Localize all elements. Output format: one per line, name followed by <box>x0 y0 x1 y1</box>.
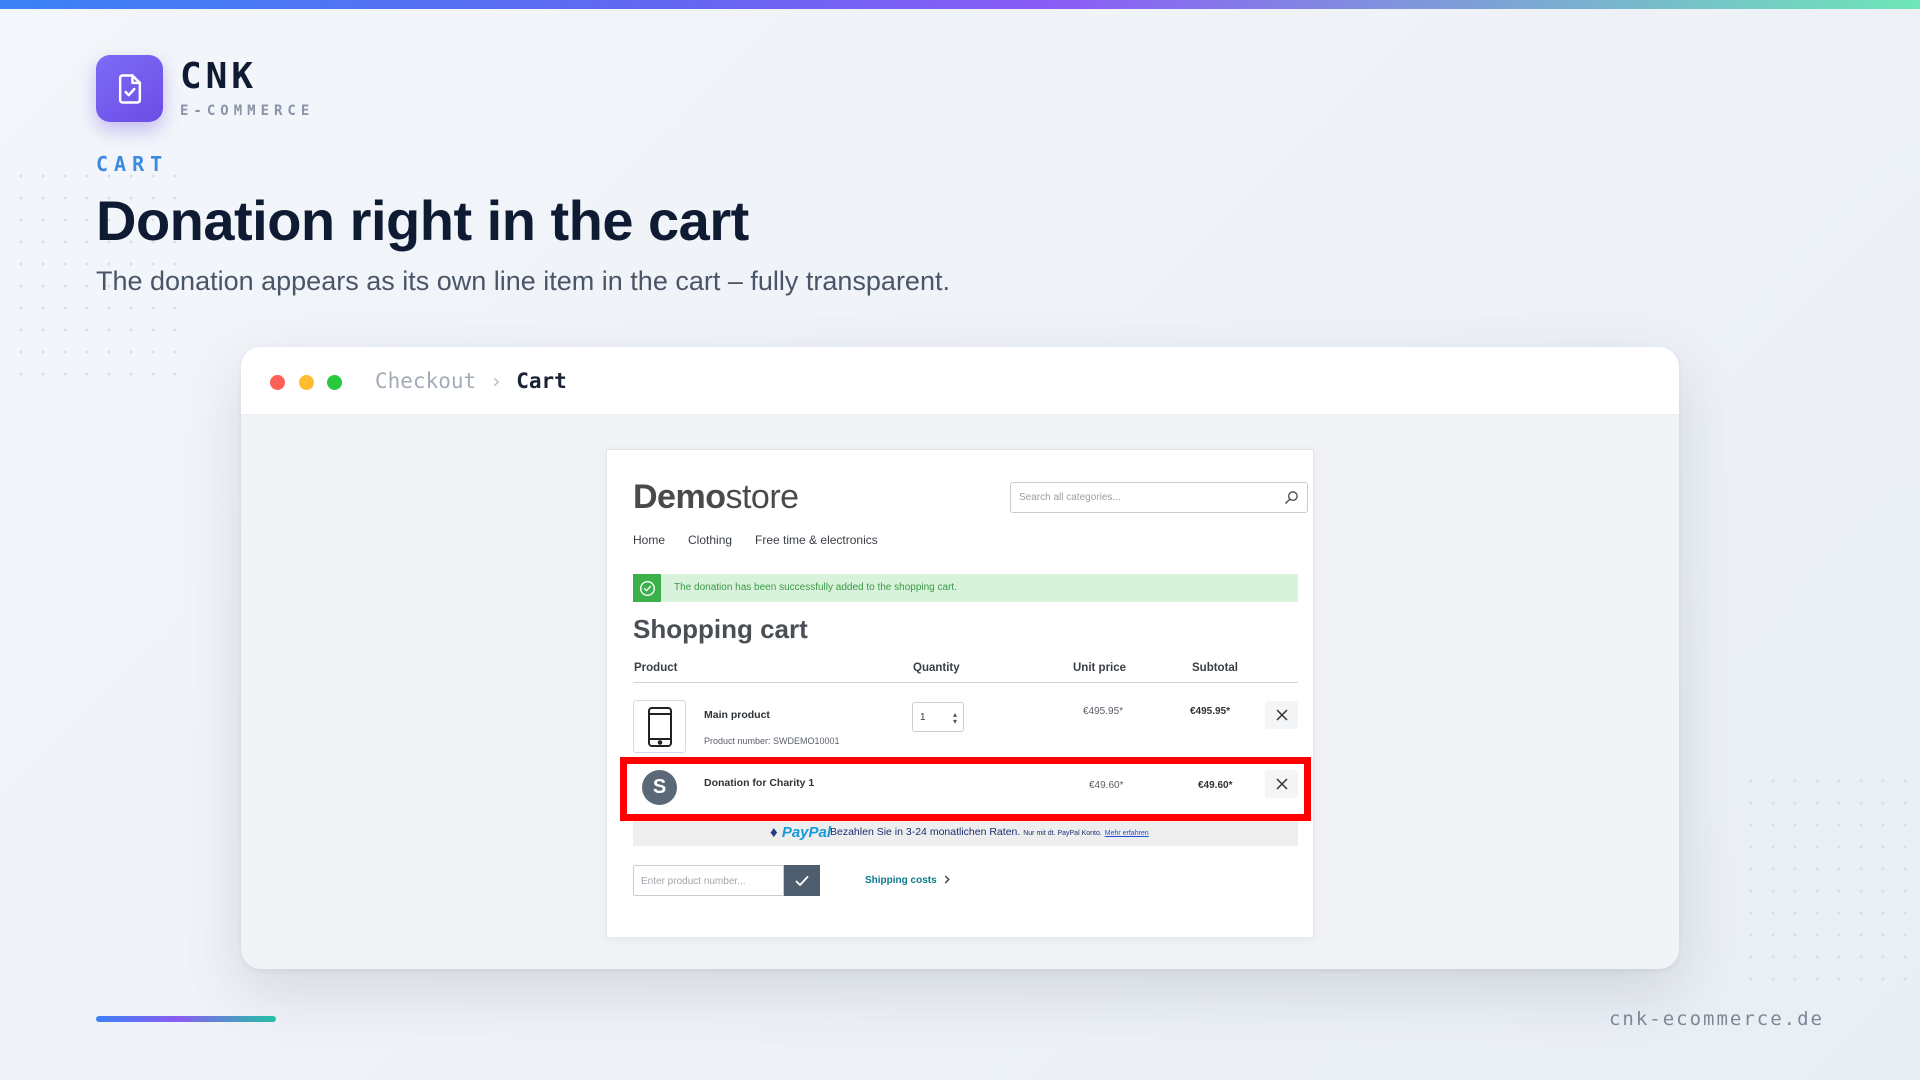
logo-light: store <box>725 478 799 516</box>
page-title: Donation right in the cart <box>96 189 749 252</box>
check-circle-icon <box>639 580 655 596</box>
demostore-logo[interactable]: Demostore <box>633 478 799 517</box>
nav-item-home[interactable]: Home <box>633 533 665 547</box>
table-header-divider <box>633 682 1298 683</box>
paypal-text: Bezahlen Sie in 3-24 monatlichen Raten. <box>830 826 1021 838</box>
column-header-unit-price: Unit price <box>1073 662 1127 674</box>
success-alert: The donation has been successfully added… <box>633 574 1298 602</box>
checkmark-icon <box>795 875 809 886</box>
paypal-learn-more-link[interactable]: Mehr erfahren <box>1105 830 1149 837</box>
window-title-bar: Checkout › Cart <box>241 347 1679 415</box>
document-check-icon <box>118 73 141 104</box>
product-thumbnail[interactable] <box>633 700 686 753</box>
remove-item-button[interactable] <box>1265 701 1298 729</box>
breadcrumb: Checkout › Cart <box>375 369 567 393</box>
page-subtitle: The donation appears as its own line ite… <box>96 266 950 296</box>
window-minimize-dot[interactable] <box>299 375 314 390</box>
paypal-message: Bezahlen Sie in 3-24 monatlichen Raten. … <box>830 826 1149 838</box>
product-number-placeholder: Enter product number... <box>641 876 746 887</box>
main-navigation: Home Clothing Free time & electronics <box>633 533 878 547</box>
alert-message: The donation has been successfully added… <box>674 582 957 593</box>
quantity-select[interactable]: 1 ▴ ▾ <box>912 702 964 732</box>
shipping-costs-link[interactable]: Shipping costs <box>865 875 951 886</box>
section-eyebrow: CART <box>96 152 169 176</box>
product-number-input[interactable]: Enter product number... <box>633 865 784 896</box>
add-product-button[interactable] <box>784 865 820 896</box>
paypal-small-text: Nur mit dt. PayPal Konto. <box>1023 830 1102 837</box>
paypal-logo-text: PayPal <box>781 824 832 841</box>
unit-price: €495.95* <box>1083 706 1124 717</box>
shipping-costs-label: Shipping costs <box>865 875 937 886</box>
nav-item-clothing[interactable]: Clothing <box>688 533 732 547</box>
column-header-product: Product <box>634 662 678 674</box>
paypal-logo: ♦ PayPal <box>770 824 832 841</box>
donation-highlight-frame <box>620 757 1311 821</box>
product-name[interactable]: Main product <box>704 709 770 721</box>
breadcrumb-separator: › <box>490 369 503 393</box>
column-header-subtotal: Subtotal <box>1192 662 1238 674</box>
bottom-accent-bar <box>96 1016 276 1022</box>
window-close-dot[interactable] <box>270 375 285 390</box>
logo-bold: Demo <box>633 478 726 516</box>
chevron-right-icon <box>945 875 951 884</box>
column-header-quantity: Quantity <box>913 662 960 674</box>
website-url: cnk-ecommerce.de <box>1608 1008 1824 1030</box>
window-maximize-dot[interactable] <box>327 375 342 390</box>
search-placeholder: Search all categories... <box>1019 492 1121 503</box>
cart-title: Shopping cart <box>633 614 808 644</box>
quantity-value: 1 <box>920 712 926 723</box>
top-gradient-bar <box>0 0 1920 9</box>
breadcrumb-cart: Cart <box>516 369 567 393</box>
brand-name: CNK <box>180 56 258 97</box>
smartphone-icon <box>647 706 672 747</box>
magnifier-icon[interactable] <box>1284 490 1299 505</box>
decorative-dot-grid <box>1740 770 1920 1000</box>
shop-screenshot: Demostore Search all categories... Home … <box>606 449 1314 938</box>
search-input[interactable]: Search all categories... <box>1010 482 1308 513</box>
nav-item-free-time[interactable]: Free time & electronics <box>755 533 878 547</box>
close-icon <box>1275 709 1288 721</box>
brand-logo <box>96 55 163 122</box>
select-arrows-icon: ▴ ▾ <box>952 710 957 726</box>
paypal-installment-banner: ♦ PayPal Bezahlen Sie in 3-24 monatliche… <box>633 819 1298 846</box>
product-number: Product number: SWDEMO10001 <box>704 736 840 746</box>
brand-tagline: E-COMMERCE <box>180 103 315 119</box>
alert-icon-box <box>633 574 661 602</box>
breadcrumb-checkout[interactable]: Checkout <box>375 369 476 393</box>
subtotal: €495.95* <box>1190 706 1231 717</box>
